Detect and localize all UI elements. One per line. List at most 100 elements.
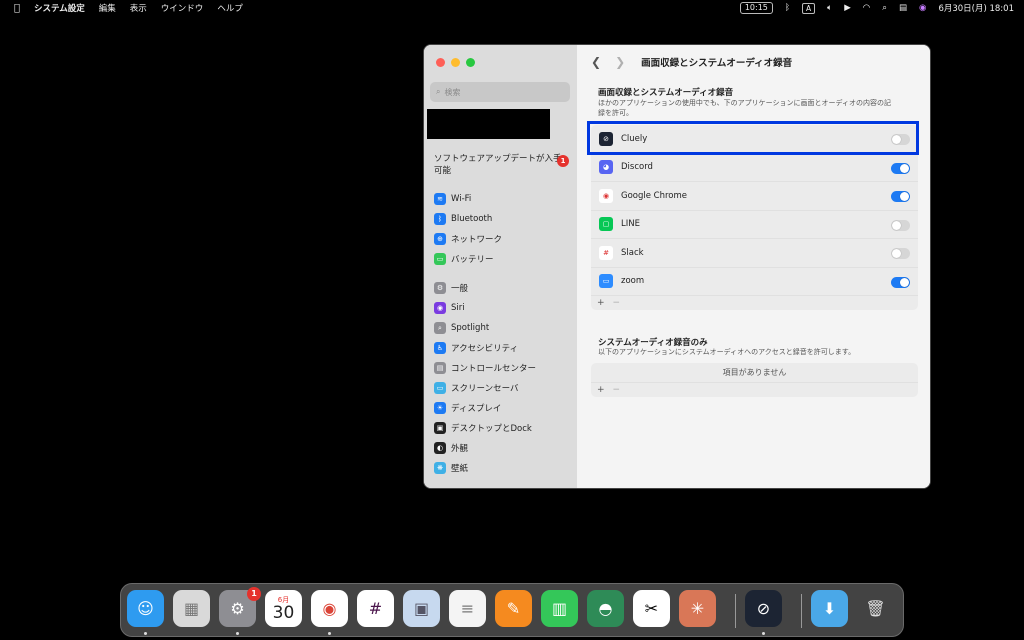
sidebar-item-icon: ❋	[434, 462, 446, 474]
dock-numbers-icon[interactable]: ▥	[541, 590, 578, 627]
app-row-discord: ◕ Discord	[591, 154, 918, 182]
sidebar-item-label: Bluetooth	[451, 214, 493, 224]
forward-button[interactable]: ❯	[615, 55, 625, 69]
dock-claude-icon[interactable]: ✳	[679, 590, 716, 627]
dock-pages-icon[interactable]: ✎	[495, 590, 532, 627]
apple-menu-icon[interactable]: 	[14, 3, 20, 14]
sidebar-item-net-3[interactable]: ▭ バッテリー	[434, 249, 574, 269]
bluetooth-icon[interactable]: ᛒ	[785, 3, 790, 13]
app-icon: ◉	[599, 188, 613, 203]
sidebar-item-icon: ⊕	[434, 233, 446, 245]
remove-app-button[interactable]: −	[613, 298, 621, 308]
screen-time-badge[interactable]: 10:15	[739, 2, 773, 14]
dock-finder-icon[interactable]: ☺	[127, 590, 164, 627]
permission-toggle[interactable]	[891, 191, 910, 202]
list-footer: + −	[591, 296, 918, 310]
dock-maps-like-icon[interactable]: ◓	[587, 590, 624, 627]
sidebar-item-sys-9[interactable]: ❋ 壁紙	[434, 458, 574, 478]
close-button[interactable]	[436, 58, 445, 67]
dock-calendar-icon[interactable]: 6月 30	[265, 590, 302, 627]
remove-audio-app-button[interactable]: −	[613, 385, 621, 395]
app-name: zoom	[621, 276, 645, 287]
sidebar-item-sys-1[interactable]: ◉ Siri	[434, 298, 574, 318]
dock-running-indicator	[144, 632, 147, 635]
datetime[interactable]: 6月30日(月) 18:01	[938, 2, 1014, 14]
siri-icon[interactable]: ◉	[919, 3, 926, 13]
search-icon[interactable]: ⌕	[882, 3, 887, 13]
sidebar-item-sys-3[interactable]: ♿ アクセシビリティ	[434, 338, 574, 358]
wifi-icon[interactable]: ◠	[863, 3, 870, 13]
dock-running-indicator	[762, 632, 765, 635]
sidebar-item-net-0[interactable]: ≋ Wi-Fi	[434, 189, 574, 209]
sidebar-item-icon: ◉	[434, 302, 446, 314]
sidebar-item-label: Spotlight	[451, 323, 490, 333]
dock-cluely-icon[interactable]: ⊘	[745, 590, 782, 627]
input-source-icon[interactable]: A	[802, 2, 816, 14]
dock-chrome-icon[interactable]: ◉	[311, 590, 348, 627]
sidebar-item-label: 壁紙	[451, 464, 469, 474]
calendar-day: 30	[272, 602, 295, 623]
sidebar-item-sys-7[interactable]: ▣ デスクトップとDock	[434, 418, 574, 438]
dock-system-settings-icon[interactable]: ⚙ 1	[219, 587, 261, 627]
app-name: Google Chrome	[621, 190, 688, 201]
dock-preview-icon[interactable]: ▣	[403, 590, 440, 627]
dock-trash-icon[interactable]: 🗑︎	[857, 590, 894, 627]
search-field[interactable]: ⌕ 検索	[430, 82, 570, 102]
sidebar-item-label: ディスプレイ	[451, 404, 502, 414]
app-icon: ▭	[599, 274, 613, 289]
volume-icon[interactable]: 🔈︎	[827, 3, 832, 13]
app-row-zoom: ▭ zoom	[591, 268, 918, 296]
permission-toggle[interactable]	[891, 248, 910, 259]
page-title: 画面収録とシステムオーディオ録音	[641, 58, 793, 69]
redacted-account-area[interactable]	[427, 109, 550, 139]
control-center-icon[interactable]: ▤	[899, 3, 907, 13]
permission-toggle[interactable]	[891, 276, 910, 288]
add-app-button[interactable]: +	[597, 298, 605, 308]
sidebar-item-icon: ≋	[434, 193, 446, 205]
section-screen-recording-title: 画面収録とシステムオーディオ録音	[598, 88, 734, 98]
dock-settings-badge: 1	[247, 587, 261, 601]
sidebar-item-sys-2[interactable]: ⌕ Spotlight	[434, 318, 574, 338]
app-name: Discord	[621, 162, 653, 173]
sidebar-item-icon: ♿	[434, 342, 446, 354]
sidebar-item-label: アクセシビリティ	[451, 344, 519, 354]
sidebar-item-sys-5[interactable]: ▭ スクリーンセーバ	[434, 378, 574, 398]
back-button[interactable]: ❮	[591, 55, 601, 69]
sidebar-group-system: ⚙ 一般 ◉ Siri ⌕ Spotlight ♿ アクセシビリティ ▤ コントロールセンター ▭ ス…	[434, 278, 574, 478]
zoom-button[interactable]	[466, 58, 475, 67]
sidebar-item-sys-0[interactable]: ⚙ 一般	[434, 278, 574, 298]
sidebar-item-icon: ᛒ	[434, 213, 446, 225]
minimize-button[interactable]	[451, 58, 460, 67]
sidebar-item-label: デスクトップとDock	[451, 424, 532, 434]
sidebar-item-label: Siri	[451, 303, 465, 313]
permission-toggle[interactable]	[891, 162, 910, 174]
sidebar-item-net-2[interactable]: ⊕ ネットワーク	[434, 229, 574, 249]
sidebar-item-sys-4[interactable]: ▤ コントロールセンター	[434, 358, 574, 378]
app-icon: #	[599, 245, 613, 260]
sidebar-item-net-1[interactable]: ᛒ Bluetooth	[434, 209, 574, 229]
sidebar-item-sys-8[interactable]: ◐ 外観	[434, 438, 574, 458]
search-icon: ⌕	[436, 87, 441, 96]
software-update-item[interactable]: ソフトウェアアップデートが入手可能 1	[434, 153, 569, 177]
menu-app-name[interactable]: システム設定	[34, 2, 85, 14]
menu-window[interactable]: ウインドウ	[161, 2, 204, 14]
dock-slack-icon[interactable]: #	[357, 590, 394, 627]
menu-bar:  システム設定 編集 表示 ウインドウ ヘルプ 10:15 ᛒ A 🔈︎ ▶︎…	[0, 0, 1024, 16]
menu-help[interactable]: ヘルプ	[217, 2, 243, 14]
dock-downloads-icon[interactable]: ⬇	[811, 590, 848, 627]
dock-capcut-icon[interactable]: ✂	[633, 590, 670, 627]
add-audio-app-button[interactable]: +	[597, 385, 605, 395]
sidebar-group-network: ≋ Wi-Fi ᛒ Bluetooth ⊕ ネットワーク ▭ バッテリー	[434, 189, 574, 269]
audio-only-app-list: 項目がありません + −	[591, 363, 918, 397]
software-update-label: ソフトウェアアップデートが入手可能	[434, 154, 562, 176]
sidebar-item-sys-6[interactable]: ☀ ディスプレイ	[434, 398, 574, 418]
dock-launchpad-icon[interactable]: ▦	[173, 590, 210, 627]
sidebar-item-icon: ⚙	[434, 282, 446, 294]
dock-textedit-icon[interactable]: ≡	[449, 590, 486, 627]
menu-edit[interactable]: 編集	[99, 2, 116, 14]
menu-view[interactable]: 表示	[130, 2, 147, 14]
sidebar-item-icon: ▭	[434, 382, 446, 394]
playback-icon[interactable]: ▶︎	[844, 3, 851, 13]
permission-toggle[interactable]	[891, 219, 910, 231]
sidebar-item-label: 外観	[451, 444, 469, 454]
